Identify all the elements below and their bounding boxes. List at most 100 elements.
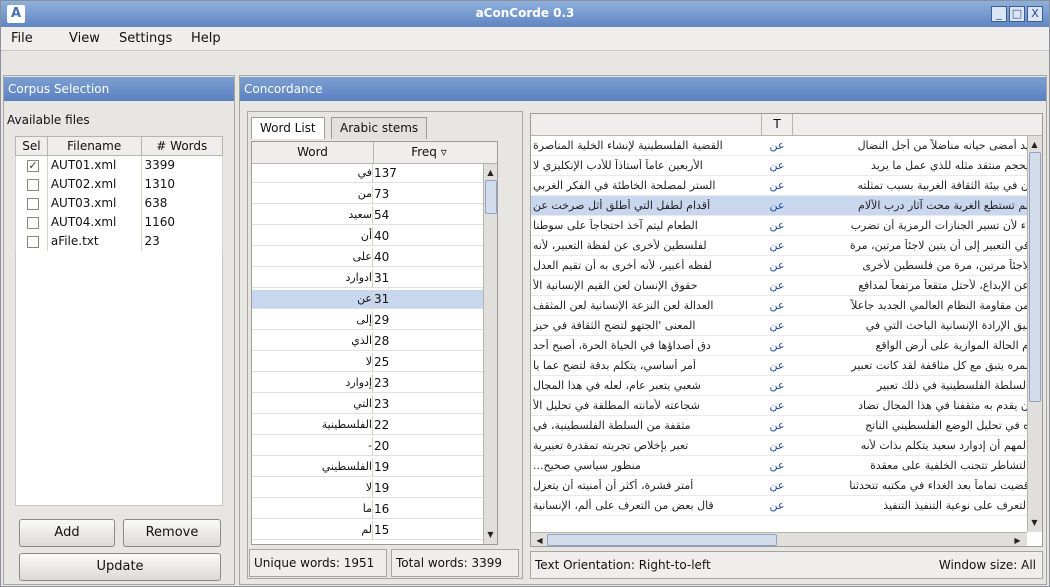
- word-row[interactable]: لا 19: [252, 479, 484, 498]
- concordance-line[interactable]: دق أصداؤها في الحياة الحرة، أصبح أحد عن م …: [531, 336, 1031, 356]
- column-word[interactable]: Word: [252, 142, 374, 164]
- word-row[interactable]: في 137: [252, 164, 484, 183]
- file-checkbox[interactable]: [26, 216, 39, 229]
- file-word-count: 23: [140, 231, 224, 251]
- file-row[interactable]: AUT02.xml 1310: [15, 174, 224, 194]
- word-row[interactable]: عن 31: [252, 290, 484, 309]
- file-row[interactable]: AUT04.xml 1160: [15, 212, 224, 232]
- file-row[interactable]: aFile.txt 23: [15, 231, 224, 251]
- hscroll-thumb[interactable]: [547, 534, 777, 546]
- concordance-line[interactable]: لفلسطين لأخرى عن لفظة التعبير، لأنه عن في …: [531, 236, 1031, 256]
- freq-cell: 28: [374, 334, 390, 348]
- concordance-line[interactable]: شعبي يتعبر عام، لعله في هذا المجال عن السل…: [531, 376, 1031, 396]
- concordance-line[interactable]: أقدام لطفل التي أطلق أثل صرخت عن عن لم تست…: [531, 196, 1031, 216]
- word-row[interactable]: إدوارد 23: [252, 374, 484, 393]
- concordance-line[interactable]: الطعام ليتم آخذ احتجاجاً على سوطنا عن اء ل…: [531, 216, 1031, 236]
- file-checkbox[interactable]: [26, 178, 39, 191]
- keyword-cell: عن: [769, 419, 785, 432]
- word-cell: لم: [361, 523, 372, 536]
- concordance-line[interactable]: أمتر فشرة، أكثر أن أمنيته أن يتعزل عن قضيت…: [531, 476, 1031, 496]
- column-t[interactable]: T: [761, 114, 793, 136]
- scroll-up-icon[interactable]: ▲: [1028, 138, 1041, 151]
- word-row[interactable]: أن 40: [252, 227, 484, 246]
- left-context: حقوق الإنسان لعن القيم الإنسانية الأ: [533, 279, 698, 292]
- concordance-line[interactable]: القضية الفلسطينية لإنشاء الخلية المناصرة…: [531, 136, 1031, 156]
- add-button[interactable]: Add: [19, 519, 115, 547]
- scroll-thumb[interactable]: [485, 180, 497, 214]
- menu-view[interactable]: View: [69, 31, 100, 46]
- concordance-line[interactable]: المعنى 'الجتهو لتضح الثقافة في حيز عن بيق …: [531, 316, 1031, 336]
- scroll-down-icon[interactable]: ▼: [1028, 516, 1041, 529]
- freq-cell: 23: [374, 376, 390, 390]
- menu-file[interactable]: File: [11, 31, 33, 46]
- tab-arabic-stems[interactable]: Arabic stems: [331, 117, 428, 139]
- freq-cell: 40: [374, 229, 390, 243]
- word-row[interactable]: الفلسطينية 22: [252, 416, 484, 435]
- word-row[interactable]: لا 25: [252, 353, 484, 372]
- file-checkbox[interactable]: [26, 197, 39, 210]
- minimize-button[interactable]: _: [991, 6, 1007, 22]
- update-button[interactable]: Update: [19, 553, 221, 581]
- word-row[interactable]: الفلسطيني 19: [252, 458, 484, 477]
- concordance-status-bar: Text Orientation: Right-to-left Window s…: [530, 551, 1043, 579]
- left-context: أمتر فشرة، أكثر أن أمنيته أن يتعزل: [533, 479, 694, 492]
- concordance-scrollbar[interactable]: ▲ ▼: [1027, 136, 1042, 532]
- column-sel[interactable]: Sel: [15, 136, 48, 156]
- concordance-line[interactable]: منظور سياسي صحيح... عن التشاطر تتجنب الخلف…: [531, 456, 1031, 476]
- right-context: لم تستطع الغربة محت آثار درب الآلام: [857, 199, 1029, 212]
- freq-cell: 31: [374, 292, 390, 306]
- file-name: AUT03.xml: [46, 193, 142, 213]
- remove-button[interactable]: Remove: [123, 519, 221, 547]
- column-freq[interactable]: Freq ▿: [374, 142, 484, 164]
- concordance-line[interactable]: مثقفة من السلطة الفلسطينية، في عن ه في تحل…: [531, 416, 1031, 436]
- concordance-line[interactable]: الأربعين عاماً أستاذاً للأدب الإنكليزي ل…: [531, 156, 1031, 176]
- scroll-thumb[interactable]: [1029, 152, 1041, 402]
- menu-help[interactable]: Help: [191, 31, 221, 46]
- right-context: عن الإبداع، لأحتل متقعاً مرتفعاً لمدافع: [858, 279, 1029, 292]
- scroll-down-icon[interactable]: ▼: [484, 528, 497, 541]
- concordance-hscrollbar[interactable]: ◀ ▶: [531, 532, 1027, 546]
- tab-word-list[interactable]: Word List: [251, 117, 325, 139]
- word-row[interactable]: سعيد 54: [252, 206, 484, 225]
- corpus-selection-header: Corpus Selection: [4, 77, 234, 101]
- maximize-button[interactable]: □: [1009, 6, 1025, 22]
- column-words[interactable]: # Words: [140, 136, 224, 156]
- window-size-status: Window size: All: [938, 558, 1036, 572]
- concordance-line[interactable]: حقوق الإنسان لعن القيم الإنسانية الأ عن عن…: [531, 276, 1031, 296]
- freq-cell: 23: [374, 397, 390, 411]
- word-row[interactable]: إلى 29: [252, 311, 484, 330]
- concordance-line[interactable]: أمر أساسي، يتكلم بدقة لتضح عما يا عن لمره …: [531, 356, 1031, 376]
- file-checkbox[interactable]: [26, 235, 39, 248]
- word-list-scrollbar[interactable]: ▲ ▼: [483, 164, 497, 544]
- word-row[interactable]: على 40: [252, 248, 484, 267]
- left-context: دق أصداؤها في الحياة الحرة، أصبح أحد: [533, 339, 711, 352]
- file-row[interactable]: AUT03.xml 638: [15, 193, 224, 213]
- right-context: ن في بيئة الثقافة الغربية بسبب تمثلته: [857, 179, 1029, 192]
- file-row[interactable]: ✓ AUT01.xml 3399: [15, 155, 224, 175]
- window-title: aConCorde 0.3: [475, 6, 575, 20]
- word-row[interactable]: -20: [252, 437, 484, 456]
- concordance-line[interactable]: تعبر بإخلاص تجربته تمقدرة تعبيرية عن المهم…: [531, 436, 1031, 456]
- word-row[interactable]: ادوارد 31: [252, 269, 484, 288]
- word-cell: لا: [365, 481, 372, 494]
- column-filename[interactable]: Filename: [46, 136, 142, 156]
- file-checkbox[interactable]: ✓: [26, 159, 39, 172]
- menu-settings[interactable]: Settings: [119, 31, 172, 46]
- concordance-line[interactable]: لفظه أعبير، لأنه أخرى به أن تقيم العدل عن…: [531, 256, 1031, 276]
- keyword-cell: عن: [769, 359, 785, 372]
- scroll-up-icon[interactable]: ▲: [484, 166, 497, 179]
- word-row[interactable]: ما 16: [252, 500, 484, 519]
- scroll-right-icon[interactable]: ▶: [1011, 534, 1024, 546]
- word-row[interactable]: لم 15: [252, 521, 484, 540]
- word-row[interactable]: الذي 28: [252, 332, 484, 351]
- concordance-line[interactable]: قال بعض من التعرف على ألم، الإنسانية عن ال…: [531, 496, 1031, 516]
- concordance-line[interactable]: شجاعته لأمانته المطلقة في تحليل الأ عن ن ي…: [531, 396, 1031, 416]
- concordance-line[interactable]: العدالة لعن النزعة الإنسانية لعن المثقف ع…: [531, 296, 1031, 316]
- close-button[interactable]: X: [1027, 6, 1043, 22]
- concordance-line[interactable]: الستر لمصلحة الخاطئة في الفكر الغربي عن ن …: [531, 176, 1031, 196]
- word-cell: الفلسطيني: [321, 460, 372, 473]
- word-row[interactable]: التي 23: [252, 395, 484, 414]
- available-files-label: Available files: [7, 113, 90, 127]
- word-row[interactable]: من 73: [252, 185, 484, 204]
- scroll-left-icon[interactable]: ◀: [533, 534, 546, 546]
